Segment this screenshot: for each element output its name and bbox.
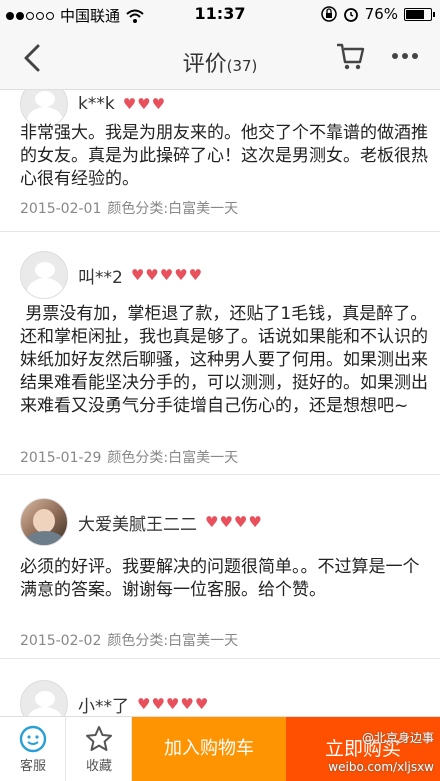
review-date: 2015-02-01 [20, 201, 102, 217]
rotation-lock-icon [320, 6, 337, 22]
alarm-icon [343, 8, 358, 22]
review-text: 非常强大。我是为朋友来的。他交了个不靠谱的做酒推的女友。真是为此操碎了心！这次是… [20, 123, 428, 189]
heart-icon: ♥ [174, 265, 188, 284]
status-bar: 中国联通 11:37 76% [0, 0, 440, 28]
heart-icon: ♥ [165, 694, 180, 713]
service-button[interactable]: 客服 [0, 717, 66, 781]
heart-icon: ♥ [188, 265, 203, 284]
review-date: 2015-02-02 [20, 633, 102, 649]
reviewer-name: k**k [78, 94, 115, 114]
battery-percent: 76% [364, 5, 398, 23]
cart-icon[interactable] [334, 40, 366, 72]
review-list[interactable]: k**k ♥ ♥ ♥ 非常强大。我是为朋友来的。他交了个不靠谱的做酒推的女友。真是为… [0, 90, 440, 716]
rating-hearts: ♥ ♥ ♥ ♥ ♥ [137, 694, 209, 713]
reviewer-name: 小**了 [78, 696, 129, 717]
rating-hearts: ♥ ♥ ♥ ♥ [205, 512, 262, 531]
review-item: k**k ♥ ♥ ♥ 非常强大。我是为朋友来的。他交了个不靠谱的做酒推的女友。真是为… [0, 90, 440, 232]
more-icon[interactable] [392, 46, 422, 66]
favorite-label: 收藏 [85, 759, 112, 774]
review-spec: 颜色分类:白富美一天 [107, 633, 239, 649]
review-meta: 2015-01-29 颜色分类:白富美一天 [20, 447, 238, 467]
avatar [20, 680, 68, 716]
heart-icon: ♥ [159, 265, 174, 284]
review-spec: 颜色分类:白富美一天 [107, 201, 239, 217]
watermark-handle: @北京身边事 [361, 731, 434, 745]
rating-hearts: ♥ ♥ ♥ ♥ ♥ [130, 265, 203, 284]
heart-icon: ♥ [205, 512, 219, 531]
heart-icon: ♥ [219, 512, 233, 531]
heart-icon: ♥ [194, 694, 209, 713]
review-header: 大爱美腻王二二 ♥ ♥ ♥ ♥ [20, 498, 262, 546]
customer-service-icon [19, 725, 46, 753]
review-meta: 2015-02-01 颜色分类:白富美一天 [20, 198, 238, 218]
service-label: 客服 [19, 759, 46, 774]
favorite-button[interactable]: 收藏 [66, 717, 132, 781]
watermark: @北京身边事 weibo.com/xljsxw [328, 724, 434, 776]
page-title-text: 评价 [182, 52, 227, 77]
review-item: 叫**2 ♥ ♥ ♥ ♥ ♥ 男票没有加，掌柜退了款，还贴了1毛钱，真是醉了。还和掌柜闲… [0, 233, 440, 475]
avatar [20, 251, 68, 299]
review-spec: 颜色分类:白富美一天 [107, 450, 239, 466]
heart-icon: ♥ [137, 694, 151, 713]
review-item: 小**了 ♥ ♥ ♥ ♥ ♥ [0, 660, 440, 716]
heart-icon: ♥ [151, 694, 165, 713]
reviewer-name: 叫**2 [78, 267, 123, 288]
heart-icon: ♥ [151, 94, 166, 113]
add-to-cart-button[interactable]: 加入购物车 [132, 717, 286, 781]
star-icon [85, 726, 112, 751]
watermark-url: weibo.com/xljsxw [328, 760, 434, 774]
avatar [20, 498, 68, 546]
heart-icon: ♥ [180, 694, 194, 713]
review-text: 必须的好评。我要解决的问题很简单。。不过算是一个满意的答案。谢谢每一位客服。给个… [20, 557, 420, 600]
heart-icon: ♥ [122, 94, 137, 113]
review-header: 小**了 ♥ ♥ ♥ ♥ ♥ [20, 680, 208, 716]
review-count: (37) [226, 57, 258, 75]
review-text: 男票没有加，掌柜退了款，还贴了1毛钱，真是醉了。还和掌柜闲扯，我也真是够了。话说… [20, 304, 428, 416]
nav-bar: 评价(37) [0, 28, 440, 90]
battery-icon [404, 7, 435, 21]
rating-hearts: ♥ ♥ ♥ [122, 94, 166, 113]
review-date: 2015-01-29 [20, 450, 102, 466]
heart-icon: ♥ [145, 265, 159, 284]
heart-icon: ♥ [248, 512, 262, 531]
status-right: 76% [320, 5, 435, 23]
reviewer-name: 大爱美腻王二二 [78, 514, 197, 535]
review-header: 叫**2 ♥ ♥ ♥ ♥ ♥ [20, 251, 202, 299]
heart-icon: ♥ [233, 512, 248, 531]
page-title: 评价(37) [0, 46, 440, 78]
heart-icon: ♥ [130, 265, 145, 284]
review-meta: 2015-02-02 颜色分类:白富美一天 [20, 630, 238, 650]
review-item: 大爱美腻王二二 ♥ ♥ ♥ ♥ 必须的好评。我要解决的问题很简单。。不过算是一个满意的… [0, 476, 440, 659]
heart-icon: ♥ [137, 94, 151, 113]
